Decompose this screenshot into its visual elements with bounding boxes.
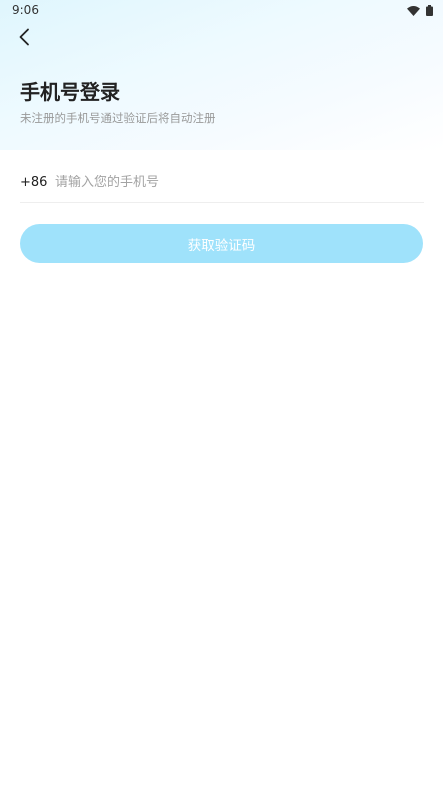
battery-icon	[426, 1, 433, 20]
country-code: +86	[20, 174, 48, 190]
wifi-icon	[407, 1, 420, 20]
status-icons	[407, 4, 433, 16]
back-button[interactable]	[12, 27, 36, 51]
chevron-left-icon	[18, 28, 30, 50]
phone-number-row: +86	[20, 162, 424, 203]
phone-input[interactable]	[55, 174, 424, 190]
get-verification-code-button[interactable]: 获取验证码	[20, 224, 423, 263]
header-gradient-background	[0, 0, 443, 150]
page-title: 手机号登录	[20, 80, 120, 104]
status-time: 9:06	[12, 3, 39, 17]
status-bar: 9:06	[0, 0, 443, 22]
page-subtitle: 未注册的手机号通过验证后将自动注册	[20, 111, 216, 125]
